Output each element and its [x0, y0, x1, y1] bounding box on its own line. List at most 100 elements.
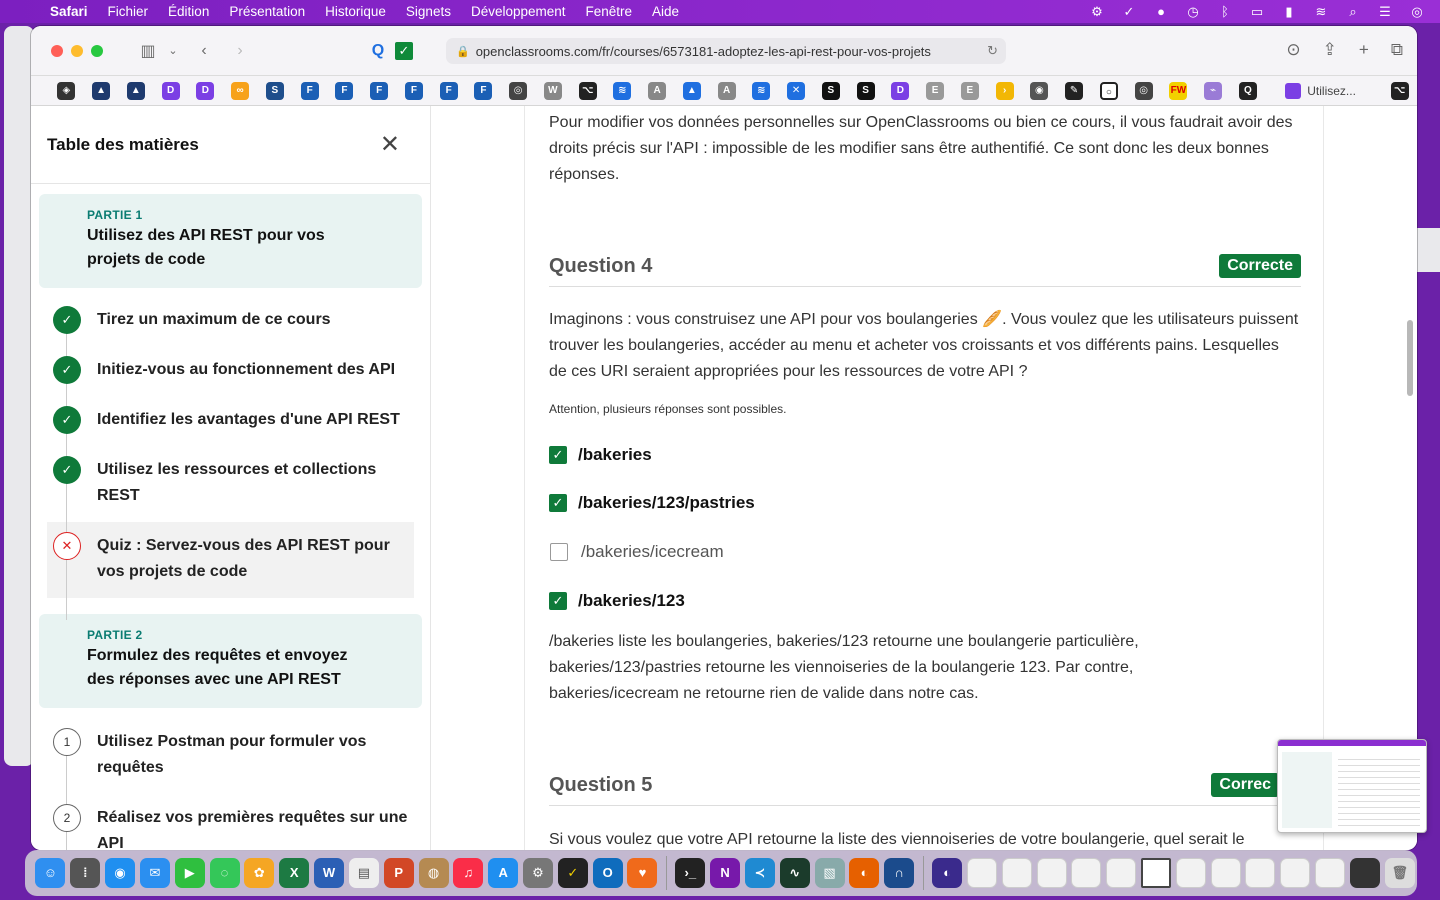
system-preferences-icon[interactable]: ⚙ — [521, 850, 556, 896]
siri-icon[interactable]: ◎ — [1408, 4, 1426, 20]
bookmark-item[interactable]: ✎ — [1057, 76, 1092, 105]
check-status-icon[interactable]: ✓ — [1120, 4, 1138, 20]
heart-app-icon[interactable]: ♥ — [625, 850, 660, 896]
chapter-item[interactable]: 2 Réalisez vos premières requêtes sur un… — [31, 794, 430, 850]
bookmark-item[interactable]: ∞ — [223, 76, 258, 105]
minimized-window-icon[interactable] — [1104, 850, 1139, 896]
safari-icon[interactable]: ◉ — [103, 850, 138, 896]
bookmark-item[interactable]: ◎ — [1126, 76, 1161, 105]
back-icon[interactable]: ‹ — [189, 42, 219, 60]
minimized-window-icon[interactable] — [1069, 850, 1104, 896]
checkbox-empty-icon[interactable] — [550, 543, 568, 561]
chapter-item[interactable]: ✓ Utilisez les ressources et collections… — [31, 446, 430, 522]
checkbox-checked-icon[interactable]: ✓ — [549, 592, 567, 610]
part-2-card[interactable]: PARTIE 2 Formulez des requêtes et envoye… — [39, 614, 422, 708]
powerpoint-icon[interactable]: P — [381, 850, 416, 896]
chapter-item[interactable]: ✓ Identifiez les avantages d'une API RES… — [31, 396, 430, 446]
chapter-item[interactable]: ✓ Initiez-vous au fonctionnement des API — [31, 346, 430, 396]
menu-app-safari[interactable]: Safari — [40, 4, 98, 19]
vscode-icon[interactable]: ≺ — [743, 850, 778, 896]
control-center-icon[interactable]: ☰ — [1376, 4, 1394, 20]
minimized-window-icon[interactable] — [1348, 850, 1383, 896]
downloads-icon[interactable]: ⊙ — [1286, 40, 1300, 60]
sidebar-toggle-icon[interactable]: ▥ — [133, 41, 163, 61]
chapter-item-current[interactable]: ✕ Quiz : Servez-vous des API REST pour v… — [47, 522, 414, 598]
bookmark-item[interactable]: D — [188, 76, 223, 105]
display-icon[interactable]: ▭ — [1248, 4, 1266, 20]
part-1-card[interactable]: PARTIE 1 Utilisez des API REST pour vos … — [39, 194, 422, 288]
bookmark-item[interactable]: ⌥ — [570, 76, 605, 105]
scrollbar[interactable] — [1407, 320, 1413, 396]
address-bar[interactable]: 🔒 openclassrooms.com/fr/courses/6573181-… — [446, 38, 1006, 64]
bookmark-item[interactable]: Q — [1231, 76, 1266, 105]
bookmark-item[interactable]: ◎ — [501, 76, 536, 105]
bookmark-item[interactable]: S — [848, 76, 883, 105]
menu-fichier[interactable]: Fichier — [98, 4, 159, 19]
extension-q-icon[interactable]: Q — [363, 42, 393, 60]
pinned-tab[interactable]: Utilisez... — [1275, 82, 1382, 99]
finder-icon[interactable]: ☺ — [33, 850, 68, 896]
check-app-icon[interactable]: ✓ — [555, 850, 590, 896]
firefox-icon[interactable]: ◐ — [847, 850, 882, 896]
checkbox-checked-icon[interactable]: ✓ — [549, 446, 567, 464]
bookmark-item[interactable]: ▲ — [84, 76, 119, 105]
activity-monitor-icon[interactable]: ∿ — [777, 850, 812, 896]
minimized-window-icon[interactable] — [1243, 850, 1278, 896]
photos-icon[interactable]: ✿ — [242, 850, 277, 896]
chapter-item[interactable]: ✓ Tirez un maximum de ce cours — [31, 296, 430, 346]
bookmark-item[interactable]: ≋ — [605, 76, 640, 105]
trash-icon[interactable]: 🗑 — [1382, 850, 1417, 896]
minimized-window-icon[interactable] — [1173, 850, 1208, 896]
messages-icon[interactable]: ◌ — [207, 850, 242, 896]
minimized-window-icon[interactable] — [1313, 850, 1348, 896]
menu-fenetre[interactable]: Fenêtre — [576, 4, 643, 19]
minimized-window-icon[interactable] — [1034, 850, 1069, 896]
music-icon[interactable]: ♫ — [451, 850, 486, 896]
minimized-window-icon[interactable] — [999, 850, 1034, 896]
menu-signets[interactable]: Signets — [396, 4, 461, 19]
bookmark-item[interactable]: E — [953, 76, 988, 105]
bookmark-item[interactable]: F — [292, 76, 327, 105]
bookmark-item[interactable]: FW — [1161, 76, 1196, 105]
bookmark-item[interactable]: A — [640, 76, 675, 105]
minimized-window-icon[interactable] — [964, 850, 999, 896]
tab-overview-icon[interactable]: ⧉ — [1391, 40, 1403, 60]
minimized-window-icon[interactable] — [1208, 850, 1243, 896]
answer-option[interactable]: ✓ /bakeries/123/pastries — [549, 491, 755, 515]
mail-icon[interactable]: ✉ — [137, 850, 172, 896]
facetime-icon[interactable]: ▶ — [172, 850, 207, 896]
bookmark-item[interactable]: F — [466, 76, 501, 105]
bookmark-item[interactable]: A — [709, 76, 744, 105]
terminal-icon[interactable]: ›_ — [673, 850, 708, 896]
bookmark-item[interactable]: E — [918, 76, 953, 105]
close-icon[interactable]: ✕ — [380, 130, 400, 159]
time-machine-icon[interactable]: ◷ — [1184, 4, 1202, 20]
bookmark-item[interactable]: D — [153, 76, 188, 105]
document-icon[interactable]: ▤ — [346, 850, 381, 896]
menu-presentation[interactable]: Présentation — [219, 4, 315, 19]
bookmark-item[interactable]: F — [431, 76, 466, 105]
preview-app-icon[interactable]: ▧ — [812, 850, 847, 896]
app-store-icon[interactable]: A — [486, 850, 521, 896]
minimized-window-icon[interactable] — [1278, 850, 1313, 896]
menu-aide[interactable]: Aide — [642, 4, 689, 19]
zoom-window-button[interactable] — [91, 44, 103, 57]
chapter-item[interactable]: 1 Utilisez Postman pour formuler vos req… — [31, 718, 430, 794]
search-icon[interactable]: ⌕ — [1344, 4, 1362, 20]
bookmark-item[interactable]: S — [814, 76, 849, 105]
forward-icon[interactable]: › — [225, 42, 255, 60]
bookmark-item[interactable]: ○ — [1092, 76, 1127, 105]
close-window-button[interactable] — [51, 44, 63, 57]
outlook-icon[interactable]: O — [590, 850, 625, 896]
extension-check-icon[interactable]: ✓ — [395, 41, 413, 60]
bookmark-item[interactable]: ≋ — [744, 76, 779, 105]
share-icon[interactable]: ⇪ — [1323, 40, 1337, 60]
minimize-window-button[interactable] — [71, 44, 83, 57]
new-tab-icon[interactable]: + — [1359, 40, 1369, 60]
contacts-icon[interactable]: ◍ — [416, 850, 451, 896]
firefox-dev-icon[interactable]: ◐ — [930, 850, 965, 896]
bookmark-item[interactable]: F — [362, 76, 397, 105]
bookmark-item[interactable]: ✕ — [779, 76, 814, 105]
bookmark-item[interactable]: F — [397, 76, 432, 105]
bookmark-item[interactable]: ◉ — [1022, 76, 1057, 105]
